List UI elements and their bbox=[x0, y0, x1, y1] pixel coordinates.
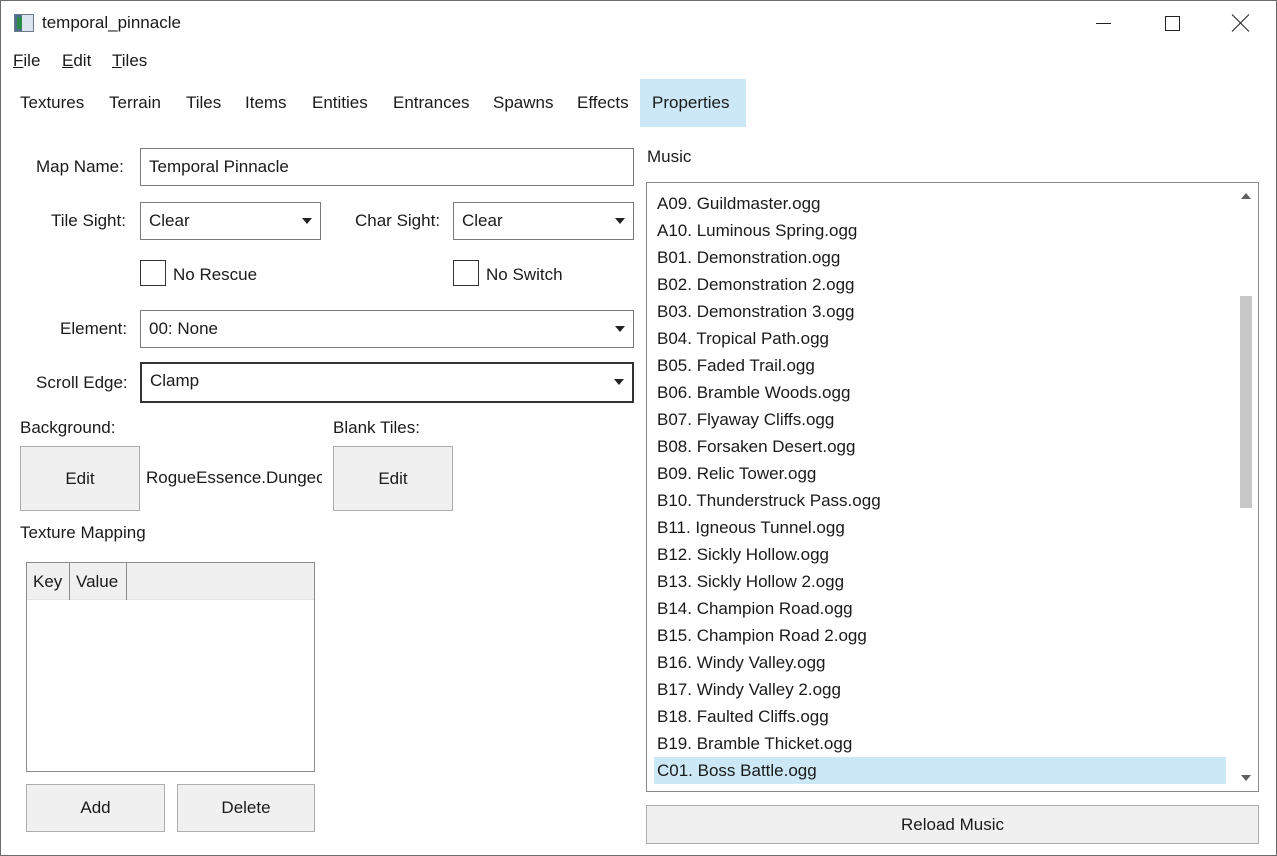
char-sight-dropdown[interactable]: Clear bbox=[453, 202, 634, 240]
list-item[interactable]: B06. Bramble Woods.ogg bbox=[654, 379, 1226, 406]
list-item[interactable]: B18. Faulted Cliffs.ogg bbox=[654, 703, 1226, 730]
list-item[interactable]: C01. Boss Battle.ogg bbox=[654, 757, 1226, 784]
close-icon bbox=[1232, 14, 1250, 32]
background-value: RogueEssence.Dungeon.MapBG bbox=[146, 468, 322, 487]
list-item[interactable]: B11. Igneous Tunnel.ogg bbox=[654, 514, 1226, 541]
char-sight-label: Char Sight: bbox=[355, 211, 441, 230]
menu-file[interactable]: File bbox=[13, 51, 40, 71]
minimize-icon bbox=[1095, 22, 1111, 24]
tab-spawns[interactable]: Spawns bbox=[481, 79, 565, 127]
menu-tiles[interactable]: Tiles bbox=[112, 51, 147, 71]
list-item[interactable]: B16. Windy Valley.ogg bbox=[654, 649, 1226, 676]
list-item[interactable]: B17. Windy Valley 2.ogg bbox=[654, 676, 1226, 703]
tab-items[interactable]: Items bbox=[233, 79, 299, 127]
list-item[interactable]: B09. Relic Tower.ogg bbox=[654, 460, 1226, 487]
chevron-down-icon bbox=[615, 218, 625, 224]
tab-bar: Textures Terrain Tiles Items Entities En… bbox=[1, 79, 1276, 127]
window-title: temporal_pinnacle bbox=[42, 13, 181, 32]
texture-mapping-table[interactable]: Key Value bbox=[26, 562, 315, 772]
chevron-down-icon bbox=[615, 326, 625, 332]
tile-sight-value: Clear bbox=[149, 211, 190, 230]
list-item[interactable]: B07. Flyaway Cliffs.ogg bbox=[654, 406, 1226, 433]
scroll-down-icon[interactable] bbox=[1241, 775, 1251, 781]
menu-edit[interactable]: Edit bbox=[62, 51, 91, 71]
no-rescue-checkbox[interactable] bbox=[140, 260, 166, 286]
music-label: Music bbox=[647, 147, 692, 166]
tab-properties[interactable]: Properties bbox=[640, 79, 746, 127]
list-item[interactable]: B04. Tropical Path.ogg bbox=[654, 325, 1226, 352]
column-header-key[interactable]: Key bbox=[27, 563, 70, 600]
music-list[interactable]: A09. Guildmaster.ogg A10. Luminous Spring… bbox=[646, 182, 1259, 792]
element-dropdown[interactable]: 00: None bbox=[140, 310, 634, 348]
title-bar: temporal_pinnacle bbox=[1, 1, 1276, 45]
no-switch-label: No Switch bbox=[486, 265, 563, 284]
list-item[interactable]: A09. Guildmaster.ogg bbox=[654, 190, 1226, 217]
tab-textures[interactable]: Textures bbox=[8, 79, 96, 127]
scroll-edge-dropdown[interactable]: Clamp bbox=[140, 362, 634, 403]
minimize-button[interactable] bbox=[1068, 1, 1138, 45]
column-header-value[interactable]: Value bbox=[70, 563, 127, 600]
maximize-button[interactable] bbox=[1137, 1, 1207, 45]
scroll-up-icon[interactable] bbox=[1241, 193, 1251, 199]
no-switch-checkbox[interactable] bbox=[453, 260, 479, 286]
list-item[interactable]: B15. Champion Road 2.ogg bbox=[654, 622, 1226, 649]
delete-button[interactable]: Delete bbox=[177, 784, 315, 832]
close-button[interactable] bbox=[1206, 1, 1276, 45]
scroll-edge-value: Clamp bbox=[150, 371, 200, 390]
maximize-icon bbox=[1164, 15, 1180, 31]
list-item[interactable]: C02. Boss Battle 2.ogg bbox=[654, 784, 1226, 791]
no-rescue-label: No Rescue bbox=[173, 265, 258, 284]
scroll-edge-label: Scroll Edge: bbox=[36, 373, 128, 392]
scroll-thumb[interactable] bbox=[1240, 296, 1252, 508]
tab-terrain[interactable]: Terrain bbox=[97, 79, 173, 127]
blank-tiles-label: Blank Tiles: bbox=[333, 418, 420, 437]
element-label: Element: bbox=[60, 319, 128, 338]
list-item[interactable]: B05. Faded Trail.ogg bbox=[654, 352, 1226, 379]
tile-sight-dropdown[interactable]: Clear bbox=[140, 202, 321, 240]
list-item[interactable]: B12. Sickly Hollow.ogg bbox=[654, 541, 1226, 568]
texture-mapping-label: Texture Mapping bbox=[20, 523, 146, 542]
list-item[interactable]: B02. Demonstration 2.ogg bbox=[654, 271, 1226, 298]
chevron-down-icon bbox=[302, 218, 312, 224]
blank-tiles-edit-button[interactable]: Edit bbox=[333, 446, 453, 511]
tile-sight-label: Tile Sight: bbox=[51, 211, 126, 230]
list-item[interactable]: B19. Bramble Thicket.ogg bbox=[654, 730, 1226, 757]
map-name-label: Map Name: bbox=[36, 157, 124, 176]
table-header: Key Value bbox=[27, 563, 314, 600]
list-item[interactable]: B14. Champion Road.ogg bbox=[654, 595, 1226, 622]
list-item[interactable]: B10. Thunderstruck Pass.ogg bbox=[654, 487, 1226, 514]
list-item[interactable]: B01. Demonstration.ogg bbox=[654, 244, 1226, 271]
list-item[interactable]: A10. Luminous Spring.ogg bbox=[654, 217, 1226, 244]
tab-effects[interactable]: Effects bbox=[565, 79, 641, 127]
background-label: Background: bbox=[20, 418, 116, 437]
reload-music-button[interactable]: Reload Music bbox=[646, 805, 1259, 844]
chevron-down-icon bbox=[614, 379, 624, 385]
list-item[interactable]: B13. Sickly Hollow 2.ogg bbox=[654, 568, 1226, 595]
app-window: temporal_pinnacle File Edit Tiles Textur… bbox=[0, 0, 1277, 856]
menu-bar: File Edit Tiles bbox=[1, 45, 1276, 77]
add-button[interactable]: Add bbox=[26, 784, 165, 832]
tab-entrances[interactable]: Entrances bbox=[381, 79, 482, 127]
music-scrollbar[interactable] bbox=[1235, 183, 1258, 791]
map-name-input[interactable]: Temporal Pinnacle bbox=[140, 148, 634, 186]
char-sight-value: Clear bbox=[462, 211, 503, 230]
music-list-items: A09. Guildmaster.ogg A10. Luminous Spring… bbox=[654, 190, 1226, 791]
list-item[interactable]: B08. Forsaken Desert.ogg bbox=[654, 433, 1226, 460]
tab-entities[interactable]: Entities bbox=[300, 79, 380, 127]
background-edit-button[interactable]: Edit bbox=[20, 446, 140, 511]
element-value: 00: None bbox=[149, 319, 218, 338]
tab-tiles[interactable]: Tiles bbox=[174, 79, 233, 127]
app-icon bbox=[14, 14, 34, 32]
list-item[interactable]: B03. Demonstration 3.ogg bbox=[654, 298, 1226, 325]
